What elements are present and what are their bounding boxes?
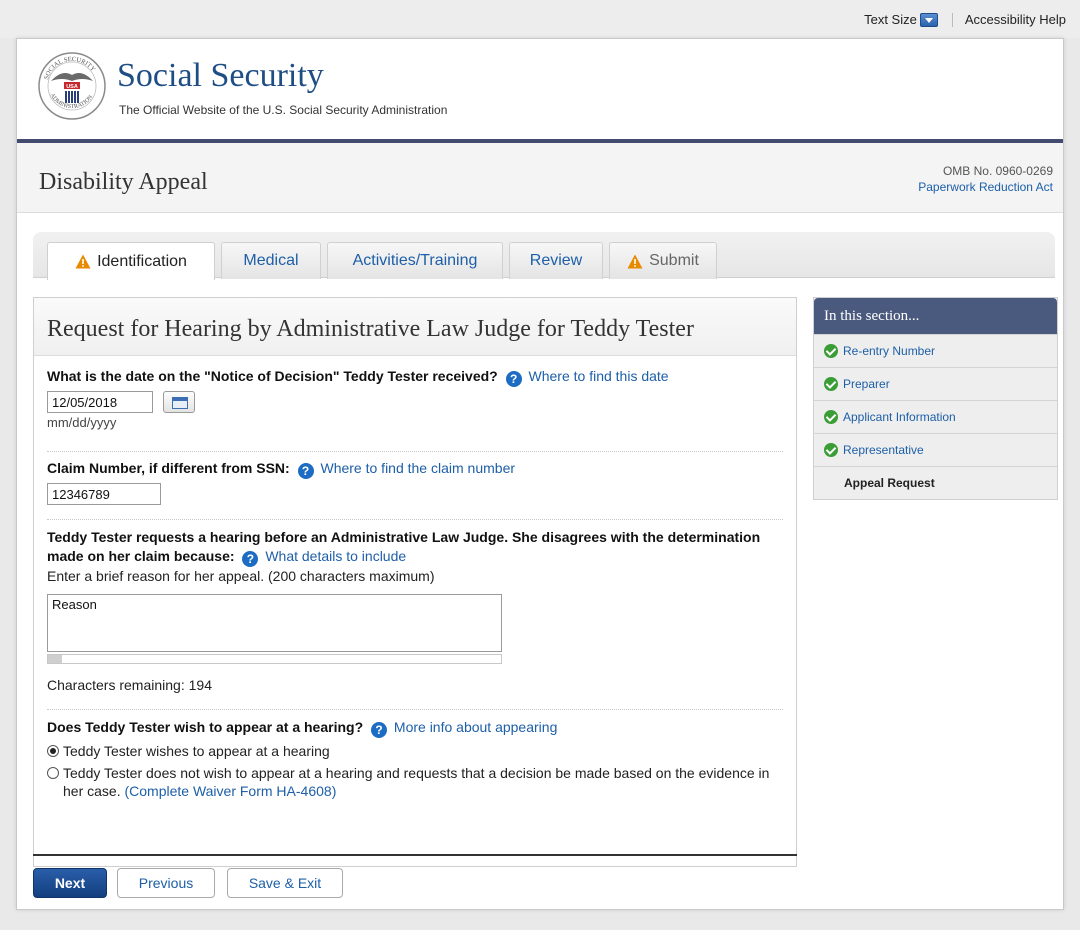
radio-yes[interactable]	[47, 745, 59, 757]
sidebar-item-preparer[interactable]: Preparer	[814, 367, 1057, 400]
page-title: Disability Appeal	[39, 169, 208, 195]
sidebar-heading: In this section...	[814, 298, 1057, 334]
tab-review[interactable]: Review	[509, 242, 603, 279]
date-format-hint: mm/dd/yyyy	[47, 415, 117, 430]
notice-date-input[interactable]	[47, 391, 153, 413]
svg-text:USA: USA	[66, 84, 78, 90]
sidebar-item-label: Appeal Request	[844, 476, 935, 490]
divider	[47, 709, 783, 710]
divider	[47, 451, 783, 452]
divider	[47, 519, 783, 520]
tab-medical[interactable]: Medical	[221, 242, 321, 279]
next-button[interactable]: Next	[33, 868, 107, 898]
check-circle-icon	[824, 344, 838, 358]
sidebar-item-label: Representative	[843, 443, 924, 457]
utility-separator	[951, 12, 953, 27]
page-title-band: Disability Appeal OMB No. 0960-0269 Pape…	[17, 143, 1063, 213]
claim-number-question: Claim Number, if different from SSN: ? W…	[47, 460, 783, 505]
tab-label: Submit	[649, 252, 699, 269]
help-icon[interactable]: ?	[297, 463, 314, 479]
previous-button[interactable]: Previous	[117, 868, 215, 898]
site-header: USA SOCIAL SECURITY ADMINISTRATION Socia…	[17, 39, 1063, 139]
form-panel: Request for Hearing by Administrative La…	[33, 297, 797, 867]
sidebar-item-reentry-number[interactable]: Re-entry Number	[814, 334, 1057, 367]
calendar-icon[interactable]	[162, 391, 195, 413]
sidebar-item-label: Preparer	[843, 377, 890, 391]
notice-date-question: What is the date on the "Notice of Decis…	[47, 368, 783, 430]
appear-label: Does Teddy Tester wish to appear at a he…	[47, 719, 364, 735]
waiver-form-link[interactable]: (Complete Waiver Form HA-4608)	[124, 783, 336, 799]
check-circle-icon	[824, 443, 838, 457]
save-exit-button[interactable]: Save & Exit	[227, 868, 343, 898]
appear-option-no-text: Teddy Tester does not wish to appear at …	[63, 764, 783, 800]
character-usage-fill	[48, 655, 62, 663]
claim-number-input[interactable]	[47, 483, 161, 505]
appear-option-no[interactable]: Teddy Tester does not wish to appear at …	[47, 764, 783, 800]
warning-icon	[75, 254, 91, 269]
page-frame: USA SOCIAL SECURITY ADMINISTRATION Socia…	[16, 38, 1064, 910]
reason-instruction: Enter a brief reason for her appeal. (20…	[47, 568, 435, 584]
help-icon[interactable]: ?	[371, 722, 388, 738]
warning-icon	[627, 254, 643, 268]
appear-option-yes[interactable]: Teddy Tester wishes to appear at a heari…	[47, 742, 783, 760]
sidebar-item-appeal-request: Appeal Request	[814, 466, 1057, 499]
tab-label: Medical	[243, 252, 299, 269]
where-to-find-claim-number-link[interactable]: Where to find the claim number	[320, 460, 515, 476]
notice-date-label: What is the date on the "Notice of Decis…	[47, 368, 498, 384]
text-size-label: Text Size	[864, 12, 917, 27]
check-circle-icon	[824, 410, 838, 424]
reason-question: Teddy Tester requests a hearing before a…	[47, 528, 783, 695]
tab-bar: Identification Medical Activities/Traini…	[33, 232, 1055, 280]
check-circle-icon	[824, 377, 838, 391]
radio-no[interactable]	[47, 767, 59, 779]
tab-identification[interactable]: Identification	[47, 242, 215, 280]
characters-remaining: Characters remaining: 194	[47, 676, 783, 695]
site-title[interactable]: Social Security	[117, 57, 324, 95]
more-info-about-appearing-link[interactable]: More info about appearing	[394, 719, 557, 735]
characters-remaining-label: Characters remaining:	[47, 677, 185, 693]
tab-activities-training[interactable]: Activities/Training	[327, 242, 503, 279]
text-size-dropdown-icon[interactable]	[919, 12, 938, 27]
section-sidebar: In this section... Re-entry Number Prepa…	[813, 297, 1058, 500]
tab-label: Activities/Training	[352, 252, 478, 269]
utility-links: Text Size Accessibility Help	[864, 12, 1066, 27]
tab-label: Identification	[97, 252, 187, 270]
sidebar-item-applicant-information[interactable]: Applicant Information	[814, 400, 1057, 433]
characters-remaining-count: 194	[188, 677, 212, 693]
help-icon[interactable]: ?	[505, 371, 522, 387]
paperwork-reduction-act-link[interactable]: Paperwork Reduction Act	[918, 179, 1053, 195]
form-heading: Request for Hearing by Administrative La…	[34, 298, 796, 356]
sidebar-item-label: Applicant Information	[843, 410, 956, 424]
help-icon[interactable]: ?	[242, 551, 259, 567]
ssa-seal-logo[interactable]: USA SOCIAL SECURITY ADMINISTRATION	[37, 51, 107, 121]
reason-textarea[interactable]: Reason	[47, 594, 502, 652]
sidebar-item-representative[interactable]: Representative	[814, 433, 1057, 466]
character-usage-bar	[47, 654, 502, 664]
sidebar-item-label: Re-entry Number	[843, 344, 936, 358]
utility-bar: Text Size Accessibility Help	[0, 0, 1080, 38]
tab-label: Review	[529, 252, 583, 269]
omb-info: OMB No. 0960-0269 Paperwork Reduction Ac…	[918, 163, 1053, 195]
what-details-to-include-link[interactable]: What details to include	[265, 548, 406, 564]
tab-submit[interactable]: Submit	[609, 242, 717, 279]
claim-number-label: Claim Number, if different from SSN:	[47, 460, 290, 476]
where-to-find-date-link[interactable]: Where to find this date	[529, 368, 669, 384]
omb-number: OMB No. 0960-0269	[942, 164, 1053, 178]
appear-question: Does Teddy Tester wish to appear at a he…	[47, 718, 783, 800]
accessibility-help-link[interactable]: Accessibility Help	[965, 12, 1066, 27]
button-rule	[33, 854, 797, 856]
appear-option-yes-label: Teddy Tester wishes to appear at a heari…	[63, 743, 330, 759]
site-subtitle: The Official Website of the U.S. Social …	[119, 103, 448, 117]
